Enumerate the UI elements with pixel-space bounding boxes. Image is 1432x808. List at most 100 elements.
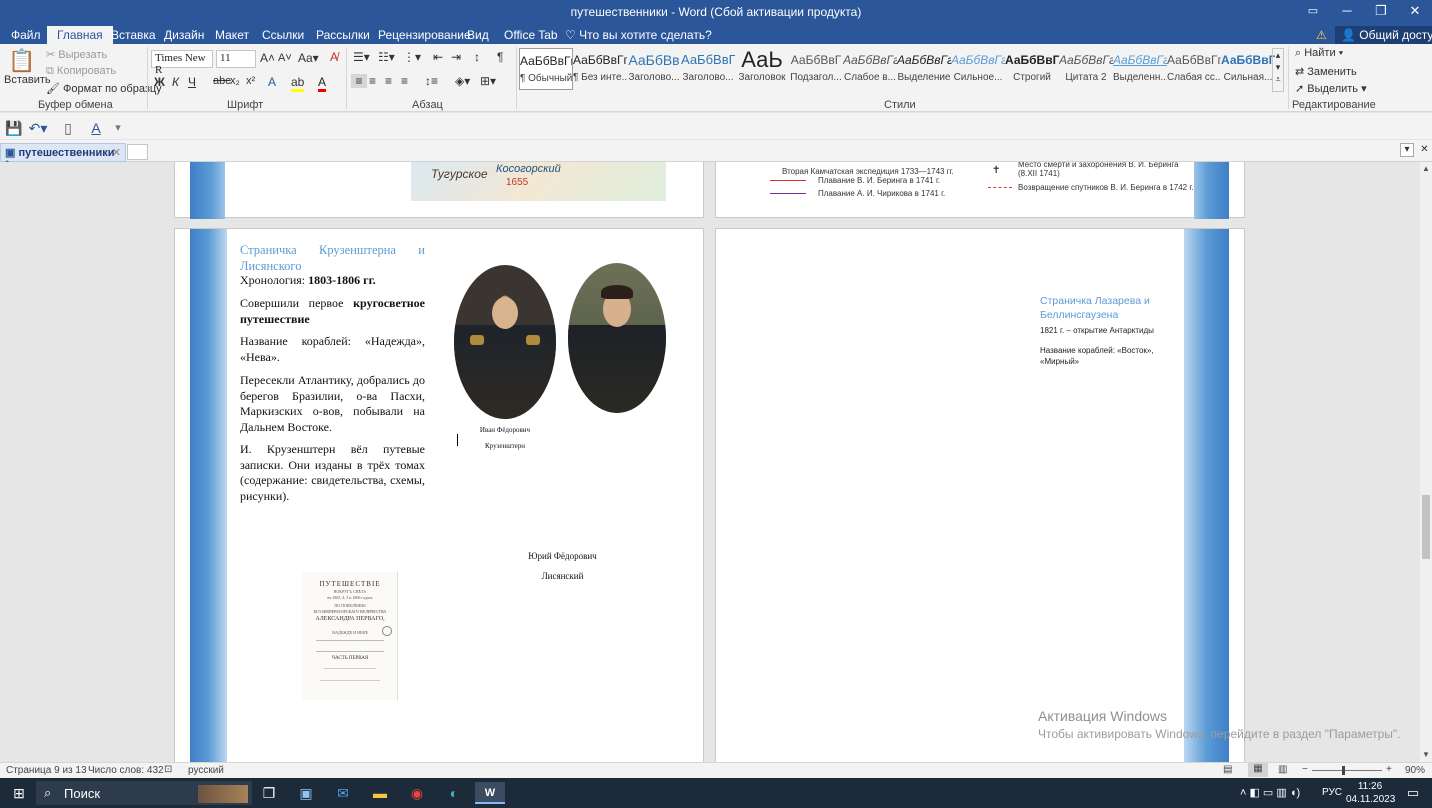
- scroll-down-icon[interactable]: ▼: [1422, 750, 1430, 759]
- subscript-icon[interactable]: x₂: [230, 75, 240, 87]
- language[interactable]: русский: [188, 765, 224, 776]
- vertical-scrollbar[interactable]: ▲ ▼: [1420, 162, 1432, 762]
- styles-scroll-icon[interactable]: ▴ ▾ ⩡: [1272, 48, 1284, 92]
- align-left-icon[interactable]: ≡: [351, 74, 367, 88]
- scroll-up-icon[interactable]: ▲: [1422, 164, 1430, 173]
- paste-button[interactable]: Вставить: [4, 74, 51, 86]
- tab-office-tab[interactable]: Office Tab: [504, 26, 558, 44]
- notifications-icon[interactable]: ▭: [1399, 782, 1427, 804]
- new-document-icon[interactable]: ▯: [54, 117, 82, 139]
- task-view-icon[interactable]: ❐: [255, 782, 283, 804]
- tab-list-icon[interactable]: ▾: [1400, 143, 1414, 157]
- sort-icon[interactable]: ↕: [474, 50, 480, 64]
- replace-button[interactable]: ⇄ Заменить: [1295, 65, 1357, 78]
- style-13[interactable]: АаБбВвГг, Слабая сс...: [1167, 48, 1221, 90]
- style-6[interactable]: АаБбВвГ Подзагол...: [789, 48, 843, 90]
- style-5[interactable]: АаЬ Заголовок: [735, 48, 789, 90]
- paste-icon[interactable]: 📋: [8, 48, 36, 74]
- windows-start-icon[interactable]: ⊞: [5, 782, 33, 804]
- grow-font-icon[interactable]: A˄: [260, 51, 275, 65]
- edge-icon[interactable]: ◐: [440, 782, 468, 804]
- scroll-thumb[interactable]: [1422, 495, 1430, 559]
- align-right-icon[interactable]: ≡: [385, 74, 392, 88]
- style-8[interactable]: АаБбВвГг Выделение: [897, 48, 951, 90]
- pilcrow-icon[interactable]: ¶: [497, 50, 503, 64]
- superscript-icon[interactable]: x²: [246, 75, 255, 87]
- word-icon[interactable]: W: [475, 782, 505, 804]
- change-case-icon[interactable]: Aa▾: [298, 51, 319, 65]
- document-tab[interactable]: ▣ путешественники *✕: [0, 143, 126, 171]
- ribbon-display-icon[interactable]: ▭: [1296, 0, 1330, 24]
- tab-design[interactable]: Дизайн: [164, 26, 204, 44]
- read-mode-icon[interactable]: ▤: [1223, 764, 1232, 775]
- font-color-icon[interactable]: A: [318, 75, 327, 92]
- find-button[interactable]: ⌕ Найти ▾: [1295, 47, 1343, 60]
- style-7[interactable]: АаБбВвГг Слабое в...: [843, 48, 897, 90]
- file-explorer-icon[interactable]: ▬: [366, 782, 394, 804]
- style-14[interactable]: АаБбВвГг, Сильная...: [1221, 48, 1275, 90]
- zoom-level[interactable]: 90%: [1405, 765, 1425, 776]
- italic-button[interactable]: К: [172, 75, 179, 89]
- style-2[interactable]: АаБбВвГг, ¶ Без инте...: [573, 48, 627, 90]
- tell-me-box[interactable]: ♡ Что вы хотите сделать?: [565, 26, 712, 44]
- tab-references[interactable]: Ссылки: [262, 26, 304, 44]
- numbering-icon[interactable]: ☷▾: [378, 50, 395, 64]
- clock-time[interactable]: 11:26: [1348, 781, 1392, 792]
- borders-icon[interactable]: ⊞▾: [480, 74, 496, 88]
- style-10[interactable]: АаБбВвГг, Строгий: [1005, 48, 1059, 90]
- style-3[interactable]: АаБбВв Заголово...: [627, 48, 681, 90]
- tab-layout[interactable]: Макет: [215, 26, 249, 44]
- maximize-button[interactable]: ❐: [1364, 0, 1398, 24]
- undo-icon[interactable]: ↶▾: [24, 117, 52, 139]
- word-count[interactable]: Число слов: 432: [88, 765, 164, 776]
- format-painter-button[interactable]: 🖌 Формат по образцу: [46, 82, 162, 95]
- shrink-font-icon[interactable]: A˅: [278, 52, 292, 64]
- document-workspace[interactable]: Тугурское Косогорский 1655 Вторая Камчат…: [0, 162, 1420, 762]
- style-12[interactable]: АаБбВвГг Выделенн...: [1113, 48, 1167, 90]
- style-11[interactable]: АаБбВвГг Цитата 2: [1059, 48, 1113, 90]
- close-all-icon[interactable]: ✕: [1418, 143, 1431, 157]
- align-center-icon[interactable]: ≡: [369, 74, 376, 88]
- strikethrough-icon[interactable]: abc: [213, 75, 231, 87]
- zoom-out-icon[interactable]: −: [1302, 764, 1308, 775]
- tab-home[interactable]: Главная: [47, 26, 113, 44]
- tray-icons[interactable]: ˄ ◧ ▭ ▥ ◖): [1240, 786, 1300, 799]
- highlight-icon[interactable]: ab: [291, 75, 305, 92]
- customize-qat-icon[interactable]: ▾: [104, 117, 132, 139]
- tab-mailings[interactable]: Рассылки: [316, 26, 370, 44]
- page-left[interactable]: Страничка Крузенштерна и Лисянского Хрон…: [174, 228, 704, 762]
- close-button[interactable]: ✕: [1398, 0, 1432, 24]
- font-name-select[interactable]: Times New R: [151, 50, 213, 76]
- increase-indent-icon[interactable]: ⇥: [451, 50, 461, 64]
- store-icon[interactable]: ▣: [292, 782, 320, 804]
- copy-button[interactable]: ⧉ Копировать: [46, 65, 116, 78]
- keyboard-lang[interactable]: РУС: [1322, 787, 1342, 798]
- line-spacing-icon[interactable]: ↕≡: [425, 74, 438, 88]
- mail-icon[interactable]: ✉: [329, 782, 357, 804]
- underline-button[interactable]: Ч: [188, 75, 196, 89]
- zoom-slider-thumb[interactable]: [1342, 766, 1345, 775]
- web-layout-icon[interactable]: ▥: [1278, 764, 1287, 775]
- minimize-button[interactable]: ─: [1330, 0, 1364, 24]
- chrome-icon[interactable]: ◉: [403, 782, 431, 804]
- multilevel-list-icon[interactable]: ⋮▾: [403, 50, 421, 64]
- text-effects-icon[interactable]: A: [268, 75, 276, 89]
- style-9[interactable]: АаБбВвГг Сильное...: [951, 48, 1005, 90]
- decrease-indent-icon[interactable]: ⇤: [433, 50, 443, 64]
- warning-icon[interactable]: ⚠: [1316, 26, 1327, 44]
- font-size-select[interactable]: 11: [216, 50, 256, 68]
- close-tab-icon[interactable]: ✕: [112, 146, 121, 159]
- zoom-slider[interactable]: [1312, 770, 1382, 771]
- shading-icon[interactable]: ◈▾: [455, 74, 470, 88]
- page-right[interactable]: Страничка Лазарева и Беллинсгаузена 1821…: [715, 228, 1245, 762]
- clock-date[interactable]: 04.11.2023: [1346, 794, 1395, 805]
- new-tab-button[interactable]: [127, 144, 148, 160]
- justify-icon[interactable]: ≡: [401, 74, 408, 88]
- bullets-icon[interactable]: ☰▾: [353, 50, 370, 64]
- tab-view[interactable]: Вид: [467, 26, 489, 44]
- page-count[interactable]: Страница 9 из 13: [6, 765, 87, 776]
- clear-format-icon[interactable]: A̸: [330, 50, 338, 64]
- zoom-in-icon[interactable]: +: [1386, 764, 1392, 775]
- proofing-icon[interactable]: ⊡: [164, 764, 172, 775]
- style-1[interactable]: АаБбВвГг, ¶ Обычный: [519, 48, 573, 90]
